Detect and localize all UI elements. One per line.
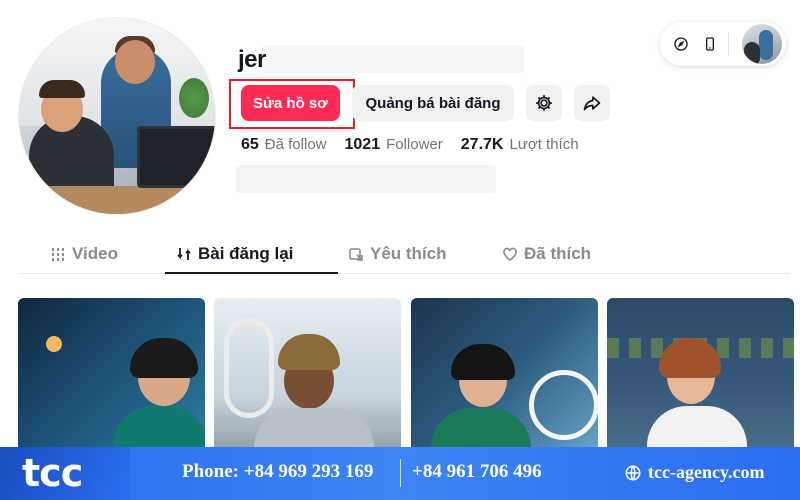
user-avatar[interactable]	[742, 24, 782, 64]
gear-icon	[536, 95, 552, 111]
tab-liked-label: Đã thích	[524, 244, 592, 263]
thumb-hair	[451, 344, 515, 380]
banner-divider	[400, 459, 401, 487]
profile-tabs: Video Bài đăng lại Yêu thích Đã thích	[20, 238, 790, 274]
banner-phone-secondary: +84 961 706 496	[412, 461, 542, 482]
likes-label: Lượt thích	[509, 136, 579, 153]
thumb-hair	[130, 338, 198, 378]
repost-icon	[177, 248, 191, 260]
followers-label: Follower	[386, 136, 443, 153]
video-thumbnail[interactable]	[214, 298, 401, 458]
share-button[interactable]	[574, 85, 610, 121]
video-grid	[18, 298, 794, 458]
following-label: Đã follow	[264, 136, 327, 153]
profile-stats: 65 Đã follow 1021 Follower 27.7K Lượt th…	[241, 136, 579, 154]
settings-button[interactable]	[526, 85, 562, 121]
tab-reposts-label: Bài đăng lại	[198, 244, 294, 263]
followers-count: 1021	[344, 136, 381, 153]
edit-profile-button[interactable]: Sửa hồ sơ	[241, 85, 340, 121]
promo-banner: tcc Phone: +84 969 293 169 +84 961 706 4…	[0, 447, 800, 500]
bio-redaction	[236, 165, 496, 193]
tab-favorites[interactable]: Yêu thích	[348, 244, 447, 264]
thumb-lamp	[46, 336, 62, 352]
profile-username: jer	[238, 46, 266, 73]
tab-video[interactable]: Video	[50, 244, 118, 264]
video-thumbnail[interactable]	[18, 298, 205, 458]
share-icon	[583, 96, 601, 111]
thumb-ring-light	[529, 370, 598, 440]
avatar-desk	[19, 186, 215, 214]
user-avatar-figure	[759, 30, 773, 60]
grid-icon	[52, 248, 64, 261]
avatar-plant	[179, 78, 209, 118]
active-tab-indicator	[165, 272, 338, 274]
user-avatar-figure	[744, 42, 760, 64]
video-thumbnail[interactable]	[411, 298, 598, 458]
tab-favorites-label: Yêu thích	[370, 244, 447, 263]
heart-icon	[503, 247, 517, 261]
video-thumbnail[interactable]	[607, 298, 794, 458]
promote-post-button[interactable]: Quảng bá bài đăng	[352, 85, 514, 121]
globe-icon	[625, 465, 641, 480]
avatar-monitor	[137, 126, 215, 188]
tab-liked[interactable]: Đã thích	[502, 244, 591, 264]
following-stat[interactable]: 65 Đã follow	[241, 136, 327, 154]
avatar-hair	[39, 80, 85, 98]
thumb-ring-light	[224, 318, 274, 418]
thumb-beanie	[278, 334, 340, 370]
banner-website: tcc-agency.com	[624, 462, 764, 483]
likes-stat: 27.7K Lượt thích	[461, 136, 579, 154]
banner-website-text: tcc-agency.com	[648, 462, 765, 482]
bookmark-icon	[349, 248, 363, 261]
username-redaction	[262, 45, 524, 73]
tab-video-label: Video	[72, 244, 118, 263]
avatar-head	[115, 40, 155, 84]
followers-stat[interactable]: 1021 Follower	[345, 136, 443, 154]
top-controls-divider	[728, 32, 729, 56]
tcc-logo: tcc	[22, 451, 83, 495]
compass-icon[interactable]	[672, 35, 690, 53]
following-count: 65	[241, 136, 259, 153]
likes-count: 27.7K	[460, 136, 504, 153]
profile-avatar[interactable]	[18, 17, 216, 215]
tab-reposts[interactable]: Bài đăng lại	[176, 244, 293, 264]
phone-icon[interactable]	[701, 35, 719, 53]
banner-phone: Phone: +84 969 293 169	[182, 461, 374, 482]
